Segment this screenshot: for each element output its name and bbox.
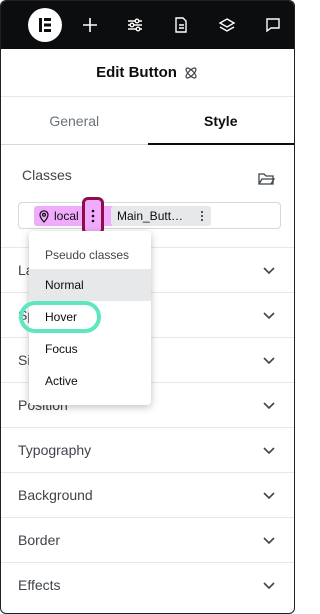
editor-panel: Edit Button General Style Classes local (0, 0, 295, 614)
chevron-down-icon (263, 402, 275, 410)
tab-general[interactable]: General (1, 98, 148, 144)
main-class-chip[interactable]: Main_Butt… (111, 206, 211, 226)
classes-label: Classes (22, 167, 72, 183)
kebab-icon[interactable] (197, 208, 207, 224)
atomic-icon (183, 65, 199, 81)
settings-sliders-icon[interactable] (123, 13, 147, 37)
section-background[interactable]: Background (1, 472, 294, 517)
location-pin-icon (37, 209, 51, 223)
elementor-logo-icon[interactable] (28, 8, 62, 42)
classes-selector[interactable]: local Main_Butt… (18, 197, 281, 235)
chevron-down-icon (263, 312, 275, 320)
chevron-down-icon (263, 447, 275, 455)
chevron-down-icon (263, 492, 275, 500)
menu-item-focus[interactable]: Focus (29, 333, 151, 365)
chevron-down-icon (263, 582, 275, 590)
section-label: Typography (18, 442, 92, 458)
menu-item-hover[interactable]: Hover (29, 301, 151, 333)
pseudo-classes-menu: Pseudo classes Normal Hover Focus Active (29, 231, 151, 405)
layers-icon[interactable] (215, 13, 239, 37)
add-icon[interactable] (78, 13, 102, 37)
kebab-icon (91, 209, 95, 223)
section-label: Background (18, 487, 93, 503)
folder-icon[interactable] (257, 169, 276, 187)
panel-title: Edit Button (96, 64, 177, 81)
section-label: Effects (18, 577, 61, 593)
chat-icon[interactable] (261, 13, 285, 37)
section-typography[interactable]: Typography (1, 427, 294, 472)
local-chip-menu-button[interactable] (82, 197, 104, 235)
chevron-down-icon (263, 267, 275, 275)
chevron-down-icon (263, 357, 275, 365)
panel-header: Edit Button (1, 49, 294, 97)
page-icon[interactable] (169, 13, 193, 37)
section-label: Border (18, 532, 61, 548)
local-chip-label: local (54, 209, 79, 223)
section-border[interactable]: Border (1, 517, 294, 562)
top-toolbar (1, 1, 294, 49)
panel-tabs: General Style (1, 98, 294, 145)
local-class-chip[interactable]: local (34, 206, 118, 226)
pseudo-classes-heading: Pseudo classes (45, 248, 130, 262)
main-chip-label: Main_Butt… (117, 209, 184, 223)
menu-item-active[interactable]: Active (29, 365, 151, 397)
chevron-down-icon (263, 537, 275, 545)
section-effects[interactable]: Effects (1, 562, 294, 607)
menu-item-normal[interactable]: Normal (29, 269, 151, 301)
tab-style[interactable]: Style (147, 98, 295, 145)
